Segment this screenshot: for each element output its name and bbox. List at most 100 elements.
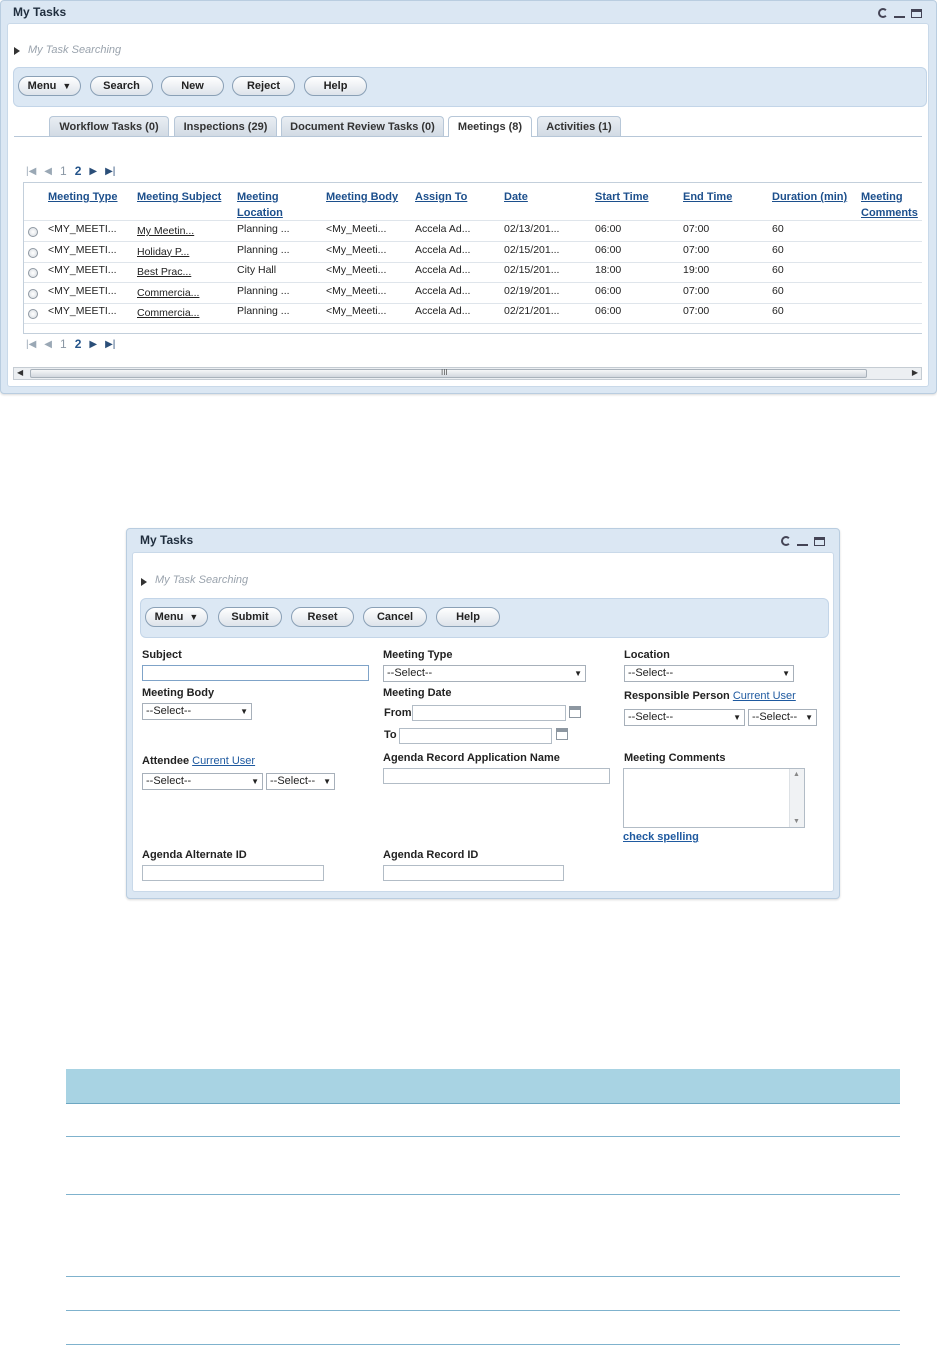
breadcrumb-arrow-icon[interactable] (141, 578, 147, 586)
reset-button[interactable]: Reset (291, 607, 354, 627)
page-1-link[interactable]: 1 (60, 337, 67, 351)
meeting-type-select[interactable]: --Select-- (383, 665, 586, 682)
page-2-link[interactable]: 2 (75, 164, 82, 178)
calendar-from-icon[interactable] (569, 706, 581, 718)
table-cell: Planning ... (237, 243, 290, 256)
table-row-divider (24, 323, 922, 325)
table-cell: Accela Ad... (415, 243, 471, 256)
tab-inspections[interactable]: Inspections (29) (174, 116, 277, 136)
calendar-to-icon[interactable] (556, 728, 568, 740)
next-page-icon[interactable]: ▶ (89, 166, 97, 177)
cancel-button[interactable]: Cancel (363, 607, 427, 627)
col-duration[interactable]: Duration (min) (772, 189, 847, 205)
first-page-icon[interactable]: |◀ (26, 166, 36, 177)
tab-workflow-tasks[interactable]: Workflow Tasks (0) (49, 116, 169, 136)
table-cell: Accela Ad... (415, 264, 471, 277)
attendee-label-text: Attendee (142, 755, 190, 767)
last-page-icon[interactable]: ▶| (105, 166, 115, 177)
refresh-icon[interactable] (878, 8, 888, 18)
table-cell: 02/15/201... (504, 243, 560, 256)
tab-underline (531, 136, 922, 137)
minimize-icon[interactable] (894, 9, 905, 18)
scrollbar-thumb[interactable]: III (30, 368, 867, 378)
col-assign-to[interactable]: Assign To (415, 189, 467, 205)
table-cell: <MY_MEETI... (48, 264, 117, 277)
tab-activities[interactable]: Activities (1) (537, 116, 621, 136)
attendee-select-2[interactable]: --Select-- (266, 773, 335, 790)
check-spelling-link[interactable]: check spelling (623, 831, 699, 843)
row-select-radio[interactable] (28, 227, 38, 237)
breadcrumb-arrow-icon[interactable] (14, 47, 20, 55)
breadcrumb[interactable]: My Task Searching (155, 574, 248, 586)
window-controls (878, 8, 922, 18)
table-cell: Planning ... (237, 284, 290, 297)
row-select-radio[interactable] (28, 247, 38, 258)
scroll-up-icon[interactable]: ▲ (793, 771, 800, 778)
last-page-icon[interactable]: ▶| (105, 339, 115, 350)
menu-dropdown-icon: ▼ (189, 612, 199, 622)
subject-input[interactable] (142, 665, 369, 681)
table-cell: <My_Meeti... (326, 223, 387, 235)
table-left-border (23, 182, 24, 334)
scroll-left-icon[interactable]: ◀ (17, 368, 23, 377)
page-2-link[interactable]: 2 (75, 337, 82, 351)
search-button[interactable]: Search (90, 76, 153, 96)
maximize-icon[interactable] (911, 8, 922, 18)
col-end-time[interactable]: End Time (683, 189, 732, 205)
responsible-person-select-2[interactable]: --Select-- (748, 709, 817, 726)
agenda-record-id-input[interactable] (383, 865, 564, 881)
refresh-icon[interactable] (781, 536, 791, 546)
attendee-current-user-link[interactable]: Current User (192, 755, 255, 767)
prev-page-icon[interactable]: ◀ (44, 166, 52, 177)
meeting-date-to-input[interactable] (399, 728, 552, 744)
help-button[interactable]: Help (436, 607, 500, 627)
table-cell[interactable]: Commercia... (137, 287, 199, 299)
maximize-icon[interactable] (814, 536, 825, 546)
table-cell: <My_Meeti... (326, 243, 387, 256)
col-meeting-subject[interactable]: Meeting Subject (137, 189, 221, 205)
scroll-right-icon[interactable]: ▶ (912, 368, 918, 377)
row-select-radio[interactable] (28, 288, 38, 299)
table-cell[interactable]: Holiday P... (137, 246, 189, 258)
col-start-time[interactable]: Start Time (595, 189, 649, 205)
responsible-person-select-1[interactable]: --Select-- (624, 709, 745, 726)
meeting-date-from-input[interactable] (412, 705, 566, 721)
menu-dropdown-icon: ▼ (62, 81, 72, 91)
table-cell: 60 (772, 284, 784, 297)
location-select[interactable]: --Select-- (624, 665, 794, 682)
menu-button[interactable]: Menu ▼ (145, 607, 208, 627)
menu-button[interactable]: Menu ▼ (18, 76, 81, 96)
agenda-record-app-name-input[interactable] (383, 768, 610, 784)
submit-button[interactable]: Submit (218, 607, 282, 627)
attendee-select-1[interactable]: --Select-- (142, 773, 263, 790)
meeting-comments-textarea[interactable]: ▲ ▼ (623, 768, 805, 828)
table-cell[interactable]: Commercia... (137, 307, 199, 319)
responsible-current-user-link[interactable]: Current User (733, 690, 796, 702)
tab-meetings[interactable]: Meetings (8) (448, 116, 532, 137)
from-label: From (384, 707, 412, 719)
window-controls (781, 536, 825, 546)
new-button[interactable]: New (161, 76, 224, 96)
col-meeting-type[interactable]: Meeting Type (48, 189, 117, 205)
page-1-link[interactable]: 1 (60, 164, 67, 178)
col-meeting-location[interactable]: Meeting Location (237, 189, 287, 221)
minimize-icon[interactable] (797, 537, 808, 546)
prev-page-icon[interactable]: ◀ (44, 339, 52, 350)
col-meeting-comments[interactable]: Meeting Comments (861, 189, 921, 221)
col-meeting-body[interactable]: Meeting Body (326, 189, 398, 205)
agenda-alternate-id-input[interactable] (142, 865, 324, 881)
breadcrumb[interactable]: My Task Searching (28, 44, 121, 56)
tab-document-review-tasks[interactable]: Document Review Tasks (0) (281, 116, 444, 136)
reject-button[interactable]: Reject (232, 76, 295, 96)
first-page-icon[interactable]: |◀ (26, 339, 36, 350)
scroll-down-icon[interactable]: ▼ (793, 818, 800, 825)
horizontal-scrollbar[interactable]: ◀ III ▶ (13, 367, 922, 380)
textarea-scrollbar[interactable]: ▲ ▼ (789, 769, 804, 827)
table-cell[interactable]: Best Prac... (137, 266, 191, 278)
col-date[interactable]: Date (504, 189, 528, 205)
meeting-body-select[interactable]: --Select-- (142, 703, 252, 720)
help-button[interactable]: Help (304, 76, 367, 96)
agenda-record-app-name-label: Agenda Record Application Name (383, 752, 560, 764)
table-cell[interactable]: My Meetin... (137, 225, 194, 237)
next-page-icon[interactable]: ▶ (89, 339, 97, 350)
